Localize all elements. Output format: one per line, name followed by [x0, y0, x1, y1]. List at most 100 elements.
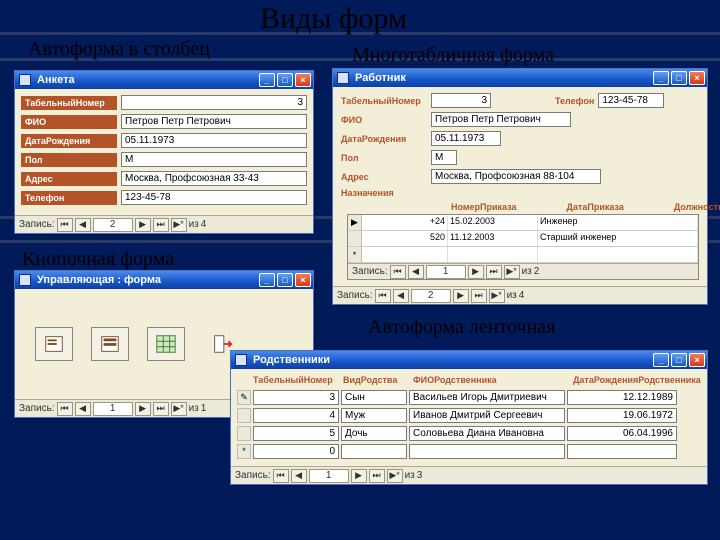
cell-dob[interactable]: 12.12.1989	[567, 390, 677, 405]
subform-row[interactable]: 52011.12.2003Старший инженер	[348, 231, 698, 247]
maximize-button[interactable]: □	[277, 73, 293, 87]
field-fio[interactable]: Петров Петр Петрович	[121, 114, 307, 129]
nav-last-button[interactable]: ⏭	[153, 218, 169, 232]
nav-next-button[interactable]: ▶	[453, 289, 469, 303]
row-selector[interactable]: ✎	[237, 390, 251, 405]
nav-last-button[interactable]: ⏭	[471, 289, 487, 303]
nav-first-button[interactable]: ⏮	[273, 469, 289, 483]
nav-position[interactable]: 1	[93, 402, 133, 416]
cell-fio[interactable]: Васильев Игорь Дмитриевич	[409, 390, 565, 405]
row-selector[interactable]	[237, 408, 251, 423]
cell-date[interactable]: 15.02.2003	[448, 215, 538, 230]
close-button[interactable]: ×	[295, 273, 311, 287]
form-button-2[interactable]	[91, 327, 129, 361]
cell-date[interactable]	[448, 247, 538, 262]
nav-last-button[interactable]: ⏭	[486, 265, 502, 279]
cell-fio[interactable]	[409, 444, 565, 459]
field-sex[interactable]: М	[121, 152, 307, 167]
maximize-button[interactable]: □	[671, 71, 687, 85]
field-tabno[interactable]: 3	[121, 95, 307, 110]
subform-row[interactable]: ▶+2415.02.2003Инженер	[348, 215, 698, 231]
nav-prev-button[interactable]: ◀	[408, 265, 424, 279]
cell-num[interactable]: 520	[362, 231, 448, 246]
field-addr[interactable]: Москва, Профсоюзная 33-43	[121, 171, 307, 186]
minimize-button[interactable]: _	[259, 73, 275, 87]
field-sex[interactable]: М	[431, 150, 457, 165]
nav-next-button[interactable]: ▶	[468, 265, 484, 279]
nav-prev-button[interactable]: ◀	[393, 289, 409, 303]
cell-num[interactable]	[362, 247, 448, 262]
nav-prev-button[interactable]: ◀	[75, 218, 91, 232]
nav-new-button[interactable]: ▶*	[489, 289, 505, 303]
minimize-button[interactable]: _	[653, 353, 669, 367]
field-addr[interactable]: Москва, Профсоюзная 88-104	[431, 169, 601, 184]
nav-new-button[interactable]: ▶*	[387, 469, 403, 483]
cell-num[interactable]: +24	[362, 215, 448, 230]
nav-position[interactable]: 2	[411, 289, 451, 303]
nav-new-button[interactable]: ▶*	[171, 402, 187, 416]
cell-tabno[interactable]: 4	[253, 408, 339, 423]
nav-first-button[interactable]: ⏮	[57, 218, 73, 232]
titlebar[interactable]: Родственники _ □ ×	[231, 351, 707, 369]
close-button[interactable]: ×	[689, 353, 705, 367]
cell-tabno[interactable]: 3	[253, 390, 339, 405]
titlebar[interactable]: Работник _ □ ×	[333, 69, 707, 87]
subform-row[interactable]: *	[348, 247, 698, 263]
field-dob[interactable]: 05.11.1973	[121, 133, 307, 148]
nav-last-button[interactable]: ⏭	[153, 402, 169, 416]
field-tel[interactable]: 123-45-78	[121, 190, 307, 205]
cell-pos[interactable]: Инженер	[538, 215, 698, 230]
close-button[interactable]: ×	[689, 71, 705, 85]
nav-prev-button[interactable]: ◀	[75, 402, 91, 416]
cell-dob[interactable]: 19.06.1972	[567, 408, 677, 423]
titlebar[interactable]: Управляющая : форма _ □ ×	[15, 271, 313, 289]
field-fio[interactable]: Петров Петр Петрович	[431, 112, 571, 127]
tape-row[interactable]: *0	[237, 442, 701, 460]
nav-prev-button[interactable]: ◀	[291, 469, 307, 483]
cell-pos[interactable]	[538, 247, 698, 262]
cell-dob[interactable]: 06.04.1996	[567, 426, 677, 441]
nav-position[interactable]: 2	[93, 218, 133, 232]
titlebar[interactable]: Анкета _ □ ×	[15, 71, 313, 89]
field-tabno[interactable]: 3	[431, 93, 491, 108]
row-selector[interactable]	[237, 426, 251, 441]
row-selector[interactable]: *	[348, 247, 362, 262]
nav-position[interactable]: 1	[426, 265, 466, 279]
nav-first-button[interactable]: ⏮	[390, 265, 406, 279]
nav-first-button[interactable]: ⏮	[375, 289, 391, 303]
cell-dob[interactable]	[567, 444, 677, 459]
form-button-3[interactable]	[147, 327, 185, 361]
cell-tabno[interactable]: 5	[253, 426, 339, 441]
minimize-button[interactable]: _	[653, 71, 669, 85]
nav-last-button[interactable]: ⏭	[369, 469, 385, 483]
minimize-button[interactable]: _	[259, 273, 275, 287]
nav-position[interactable]: 1	[309, 469, 349, 483]
maximize-button[interactable]: □	[671, 353, 687, 367]
row-selector[interactable]: ▶	[348, 215, 362, 230]
nav-new-button[interactable]: ▶*	[504, 265, 520, 279]
cell-relation[interactable]	[341, 444, 407, 459]
tape-row[interactable]: ✎3СынВасильев Игорь Дмитриевич12.12.1989	[237, 388, 701, 406]
form-button-1[interactable]	[35, 327, 73, 361]
nav-new-button[interactable]: ▶*	[171, 218, 187, 232]
cell-date[interactable]: 11.12.2003	[448, 231, 538, 246]
row-selector[interactable]	[348, 231, 362, 246]
maximize-button[interactable]: □	[277, 273, 293, 287]
tape-row[interactable]: 5ДочьСоловьева Диана Ивановна06.04.1996	[237, 424, 701, 442]
cell-fio[interactable]: Иванов Дмитрий Сергеевич	[409, 408, 565, 423]
nav-next-button[interactable]: ▶	[135, 402, 151, 416]
cell-relation[interactable]: Сын	[341, 390, 407, 405]
cell-relation[interactable]: Дочь	[341, 426, 407, 441]
cell-relation[interactable]: Муж	[341, 408, 407, 423]
close-button[interactable]: ×	[295, 73, 311, 87]
cell-tabno[interactable]: 0	[253, 444, 339, 459]
nav-next-button[interactable]: ▶	[135, 218, 151, 232]
cell-pos[interactable]: Старший инженер	[538, 231, 698, 246]
cell-fio[interactable]: Соловьева Диана Ивановна	[409, 426, 565, 441]
field-tel[interactable]: 123-45-78	[598, 93, 664, 108]
nav-first-button[interactable]: ⏮	[57, 402, 73, 416]
tape-row[interactable]: 4МужИванов Дмитрий Сергеевич19.06.1972	[237, 406, 701, 424]
field-dob[interactable]: 05.11.1973	[431, 131, 501, 146]
nav-next-button[interactable]: ▶	[351, 469, 367, 483]
row-selector[interactable]: *	[237, 444, 251, 459]
